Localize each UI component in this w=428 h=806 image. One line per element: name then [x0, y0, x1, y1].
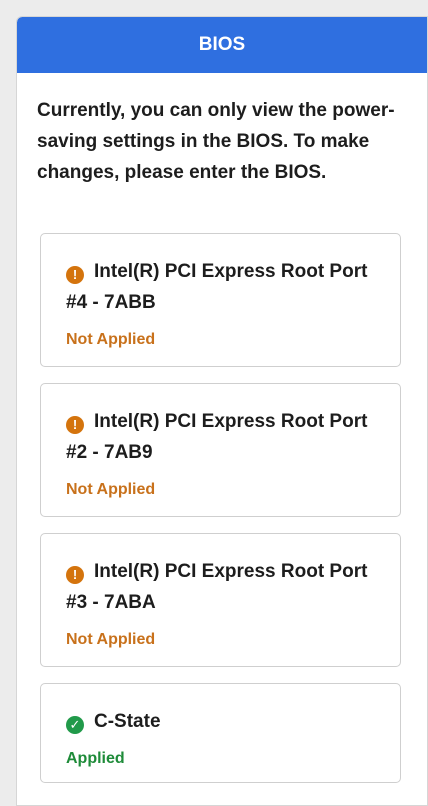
- setting-title: ! Intel(R) PCI Express Root Port #4 - 7AB…: [66, 256, 386, 318]
- status-label: Not Applied: [66, 481, 156, 498]
- bios-setting-card: ! Intel(R) PCI Express Root Port #4 - 7AB…: [40, 233, 401, 367]
- setting-name: C-State: [94, 711, 161, 732]
- panel-title: BIOS: [198, 34, 246, 55]
- bios-panel: BIOS Currently, you can only view the po…: [16, 16, 428, 806]
- warning-icon: !: [66, 416, 84, 434]
- check-icon: ✓: [66, 716, 84, 734]
- bios-setting-card: ! Intel(R) PCI Express Root Port #3 - 7AB…: [40, 533, 401, 667]
- status-label: Not Applied: [66, 331, 156, 348]
- setting-name: Intel(R) PCI Express Root Port #3 - 7ABA: [66, 561, 368, 613]
- status-label: Not Applied: [66, 631, 156, 648]
- bios-setting-card: ✓ C-State Applied: [40, 683, 401, 783]
- intro-text: Currently, you can only view the power-s…: [37, 100, 395, 183]
- bios-setting-card: ! Intel(R) PCI Express Root Port #2 - 7AB…: [40, 383, 401, 517]
- warning-icon: !: [66, 266, 84, 284]
- panel-header: BIOS: [17, 17, 427, 73]
- setting-title: ✓ C-State: [66, 706, 386, 737]
- status-label: Applied: [66, 750, 125, 767]
- warning-icon: !: [66, 566, 84, 584]
- setting-title: ! Intel(R) PCI Express Root Port #2 - 7AB…: [66, 406, 386, 468]
- setting-name: Intel(R) PCI Express Root Port #4 - 7ABB: [66, 261, 368, 313]
- setting-name: Intel(R) PCI Express Root Port #2 - 7AB9: [66, 411, 368, 463]
- setting-title: ! Intel(R) PCI Express Root Port #3 - 7AB…: [66, 556, 386, 618]
